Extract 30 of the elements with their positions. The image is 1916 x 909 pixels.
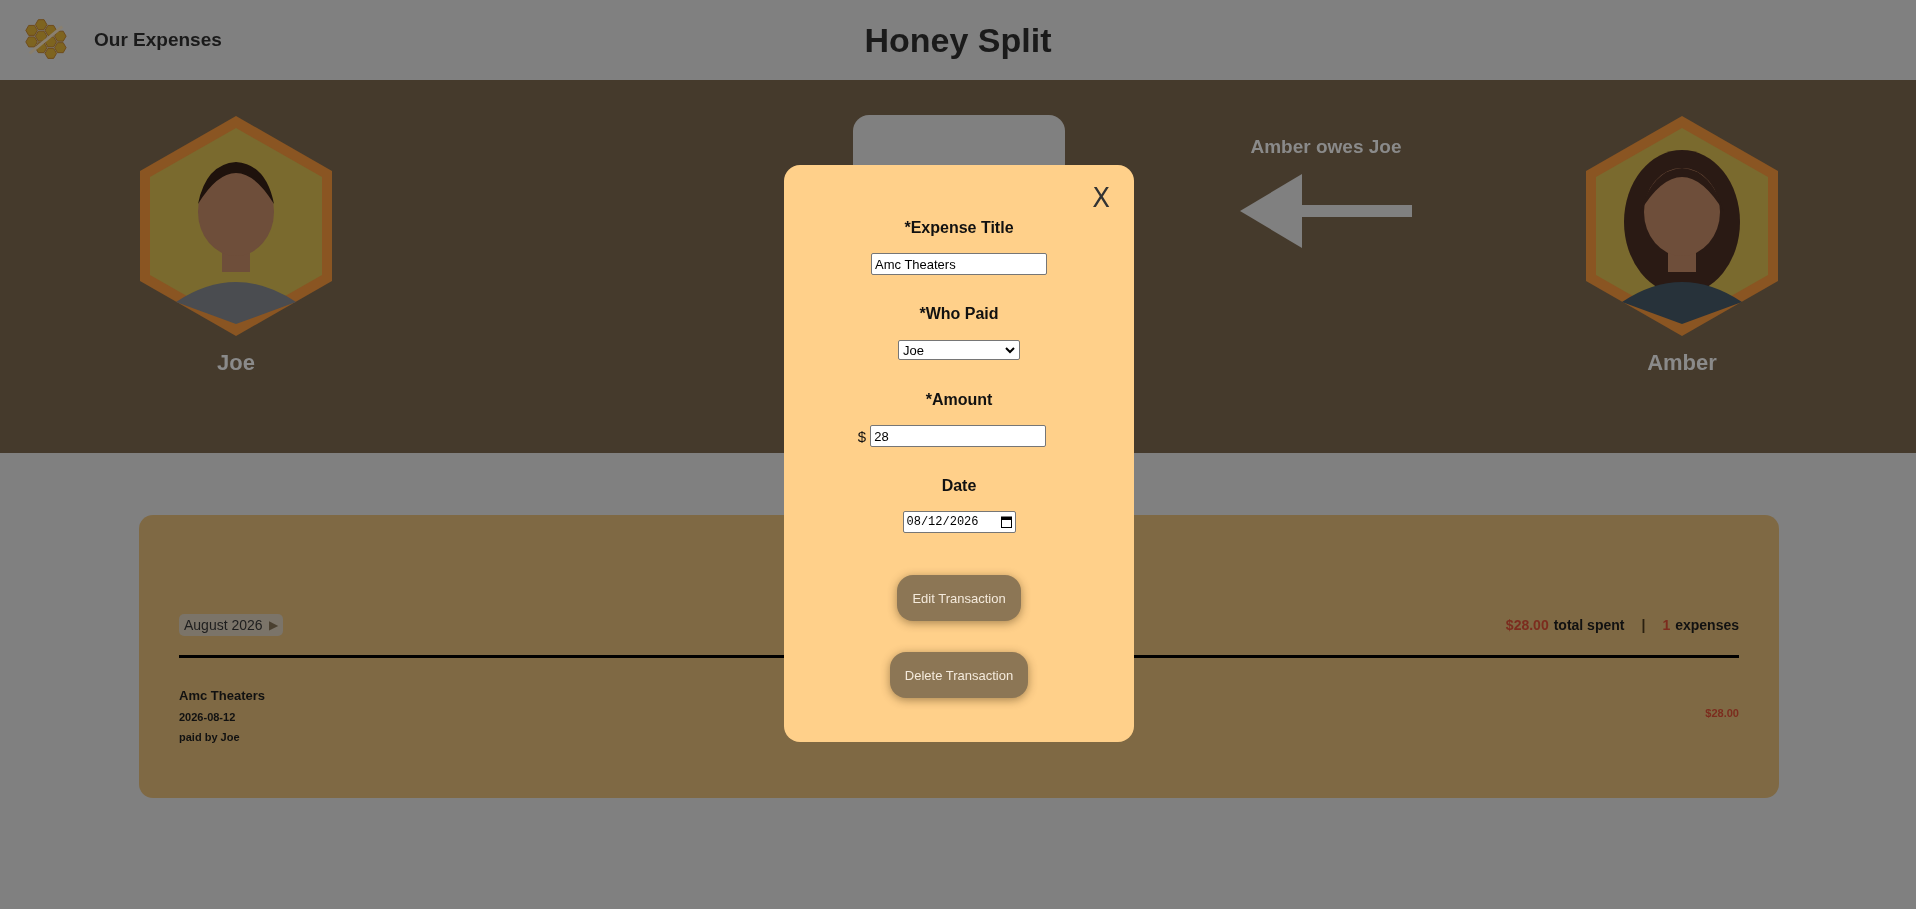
balance-message: Amber owes Joe (1250, 136, 1402, 158)
action-button[interactable]: Delete Transaction (889, 652, 1029, 698)
close-button[interactable]: X (1092, 183, 1110, 213)
currency-symbol: $ (857, 427, 867, 445)
calendar-icon (1000, 516, 1012, 528)
field-label: Date (941, 477, 977, 496)
payer-dropdown[interactable]: Joe (898, 340, 1020, 360)
chevron-down-icon (1005, 346, 1015, 354)
left-arrow-icon (1240, 174, 1412, 248)
nav-link[interactable]: Our Expenses (94, 29, 222, 51)
field-label: *Expense Title (904, 219, 1014, 238)
person-name: Amber (1647, 350, 1717, 376)
expense-title: Amc Theaters (179, 688, 265, 703)
app-title: Honey Split (864, 20, 1052, 61)
field-label: *Amount (925, 391, 993, 410)
expense-date: 2026-08-12 (179, 711, 237, 723)
month-selector[interactable]: August 2026 ▶ (179, 614, 283, 636)
total-label: total spent (1553, 617, 1625, 633)
count-label: expenses (1675, 617, 1739, 633)
expense-amount: $28.00 (1705, 706, 1739, 719)
action-button[interactable]: Edit Transaction (897, 575, 1021, 621)
input-field[interactable]: 28 (870, 425, 1047, 447)
input-field[interactable]: Amc Theaters (871, 253, 1047, 275)
expense-payer: paid by Joe (179, 731, 241, 743)
total-amount: $28.00 (1505, 617, 1549, 633)
expense-count: 1 (1662, 617, 1671, 633)
person-name: Joe (217, 350, 255, 376)
date-field[interactable]: 08/12/2026 (902, 511, 1016, 533)
field-label: *Who Paid (919, 305, 999, 324)
separator-mark: | (1641, 617, 1646, 633)
